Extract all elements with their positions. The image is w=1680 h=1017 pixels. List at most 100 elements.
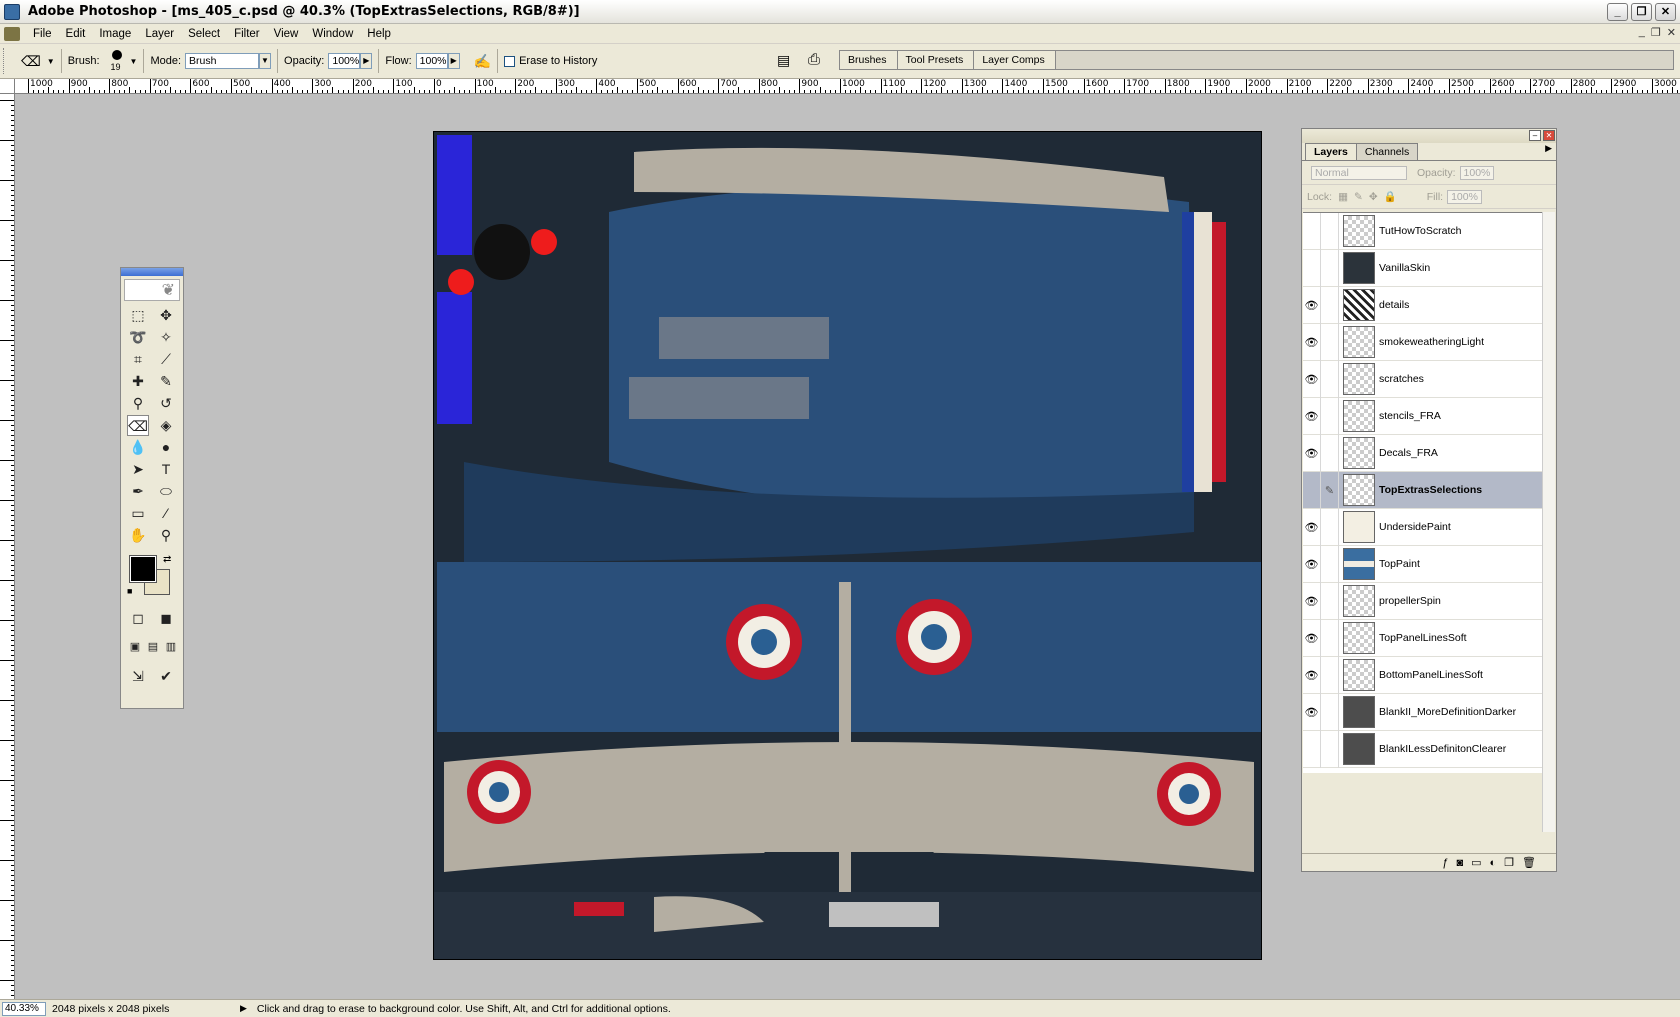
blur-tool-icon[interactable]: 💧 — [127, 437, 149, 458]
layer-thumbnail[interactable] — [1343, 511, 1375, 543]
layer-link-toggle[interactable] — [1321, 656, 1339, 694]
maximize-button[interactable]: ❐ — [1631, 3, 1652, 21]
tab-channels[interactable]: Channels — [1355, 143, 1419, 160]
layer-name[interactable]: smokeweatheringLight — [1379, 336, 1484, 348]
layers-scrollbar[interactable] — [1542, 212, 1555, 832]
adobe-online-feather-icon[interactable]: ❦ — [124, 279, 180, 301]
layer-thumbnail[interactable] — [1343, 400, 1375, 432]
document-canvas[interactable] — [433, 131, 1262, 960]
layer-row[interactable]: 👁 TopPaint — [1303, 545, 1543, 583]
edit-in-imageready-icon[interactable]: ✔ — [155, 666, 177, 687]
lasso-tool-icon[interactable]: ➰ — [127, 327, 149, 348]
layer-style-icon[interactable]: ƒ — [1442, 857, 1448, 869]
magic-wand-tool-icon[interactable]: ✧ — [155, 327, 177, 348]
slice-tool-icon[interactable]: ⟋ — [155, 349, 177, 370]
layer-link-toggle[interactable] — [1321, 730, 1339, 768]
layer-visibility-toggle[interactable]: 👁 — [1303, 397, 1321, 435]
layer-link-toggle[interactable] — [1321, 360, 1339, 398]
layer-name[interactable]: BlankILessDefinitonClearer — [1379, 743, 1506, 755]
status-arrow-icon[interactable]: ▶ — [240, 1003, 247, 1014]
layer-thumbnail[interactable] — [1343, 437, 1375, 469]
jump-to-imageready-icon[interactable]: ⇲ — [127, 666, 149, 687]
layer-row[interactable]: 👁 stencils_FRA — [1303, 397, 1543, 435]
fill-input[interactable]: 100% — [1447, 189, 1482, 204]
flow-input[interactable]: 100% — [415, 53, 448, 69]
layer-name[interactable]: details — [1379, 299, 1409, 311]
panel-minimize-button[interactable]: – — [1529, 130, 1541, 141]
type-tool-icon[interactable]: T — [155, 459, 177, 480]
pen-tool-icon[interactable]: ✒ — [127, 481, 149, 502]
layer-opacity-input[interactable]: 100% — [1459, 165, 1495, 180]
new-set-icon[interactable]: ▭ — [1471, 856, 1481, 869]
layer-name[interactable]: VanillaSkin — [1379, 262, 1430, 274]
layer-row[interactable]: 👁 TopPanelLinesSoft — [1303, 619, 1543, 657]
brush-tool-icon[interactable]: ✎ — [155, 371, 177, 392]
brush-preview[interactable]: 19 — [106, 46, 130, 76]
layer-row[interactable]: ✎ TopExtrasSelections — [1303, 471, 1543, 509]
layer-thumbnail[interactable] — [1343, 585, 1375, 617]
layer-link-toggle[interactable] — [1321, 434, 1339, 472]
layer-link-toggle[interactable]: ✎ — [1321, 471, 1339, 509]
layer-thumbnail[interactable] — [1343, 696, 1375, 728]
lock-image-icon[interactable]: ✎ — [1354, 191, 1363, 203]
minimize-button[interactable]: _ — [1607, 3, 1628, 21]
layer-thumbnail[interactable] — [1343, 363, 1375, 395]
layer-link-toggle[interactable] — [1321, 397, 1339, 435]
clone-stamp-tool-icon[interactable]: ⚲ — [127, 393, 149, 414]
layer-row[interactable]: 👁 UndersidePaint — [1303, 508, 1543, 546]
layer-name[interactable]: BlankII_MoreDefinitionDarker — [1379, 706, 1516, 718]
layer-link-toggle[interactable] — [1321, 286, 1339, 324]
doc-restore-button[interactable]: ❐ — [1651, 26, 1661, 39]
move-tool-icon[interactable]: ✥ — [155, 305, 177, 326]
eyedropper-tool-icon[interactable]: ⁄ — [155, 503, 177, 524]
notes-tool-icon[interactable]: ▭ — [127, 503, 149, 524]
standard-mode-icon[interactable]: ◻ — [127, 608, 149, 629]
layer-link-toggle[interactable] — [1321, 323, 1339, 361]
eraser-tool-icon[interactable]: ⌫ — [127, 415, 149, 436]
erase-to-history-checkbox[interactable] — [504, 55, 516, 67]
file-browser-icon[interactable]: ▤ — [777, 52, 790, 69]
hand-tool-icon[interactable]: ✋ — [127, 525, 149, 546]
layer-visibility-toggle[interactable] — [1303, 730, 1321, 768]
quick-mask-mode-icon[interactable]: ◼ — [155, 608, 177, 629]
layer-name[interactable]: TopExtrasSelections — [1379, 484, 1482, 496]
marquee-tool-icon[interactable]: ⬚ — [127, 305, 149, 326]
layer-link-toggle[interactable] — [1321, 693, 1339, 731]
chevron-down-icon[interactable]: ▼ — [130, 57, 138, 66]
path-selection-tool-icon[interactable]: ➤ — [127, 459, 149, 480]
layer-row[interactable]: BlankILessDefinitonClearer — [1303, 730, 1543, 768]
mode-select[interactable]: Brush — [185, 53, 260, 69]
adjustment-layer-icon[interactable]: ◐ — [1490, 857, 1497, 869]
menu-edit[interactable]: Edit — [59, 28, 93, 40]
layer-row[interactable]: 👁 scratches — [1303, 360, 1543, 398]
layer-visibility-toggle[interactable] — [1303, 212, 1321, 250]
chevron-down-icon[interactable]: ▼ — [47, 57, 55, 66]
layer-visibility-toggle[interactable]: 👁 — [1303, 656, 1321, 694]
foreground-color-swatch[interactable] — [129, 555, 157, 583]
layers-panel-title-bar[interactable]: – ✕ — [1302, 129, 1556, 143]
well-tab-tool-presets[interactable]: Tool Presets — [897, 51, 975, 69]
healing-brush-tool-icon[interactable]: ✚ — [127, 371, 149, 392]
layer-visibility-toggle[interactable] — [1303, 471, 1321, 509]
lock-all-icon[interactable]: 🔒 — [1384, 190, 1397, 203]
full-screen-mode-icon[interactable]: ▥ — [163, 637, 179, 658]
layer-link-toggle[interactable] — [1321, 582, 1339, 620]
layer-visibility-toggle[interactable] — [1303, 249, 1321, 287]
menu-view[interactable]: View — [267, 28, 306, 40]
blend-mode-select[interactable]: Normal — [1311, 165, 1407, 180]
layer-name[interactable]: UndersidePaint — [1379, 521, 1451, 533]
layer-thumbnail[interactable] — [1343, 622, 1375, 654]
layer-mask-icon[interactable]: ◙ — [1456, 857, 1463, 869]
layer-link-toggle[interactable] — [1321, 212, 1339, 250]
toolbox-title-bar[interactable] — [121, 268, 183, 276]
full-screen-menu-mode-icon[interactable]: ▤ — [145, 637, 161, 658]
lock-transparency-icon[interactable]: ▦ — [1338, 191, 1348, 203]
layer-thumbnail[interactable] — [1343, 659, 1375, 691]
doc-minimize-button[interactable]: _ — [1639, 26, 1645, 39]
layer-name[interactable]: scratches — [1379, 373, 1424, 385]
zoom-input[interactable]: 40.33% — [2, 1001, 46, 1016]
document-icon[interactable] — [4, 26, 20, 41]
layer-visibility-toggle[interactable]: 👁 — [1303, 434, 1321, 472]
menu-file[interactable]: File — [26, 28, 59, 40]
layer-visibility-toggle[interactable]: 👁 — [1303, 508, 1321, 546]
